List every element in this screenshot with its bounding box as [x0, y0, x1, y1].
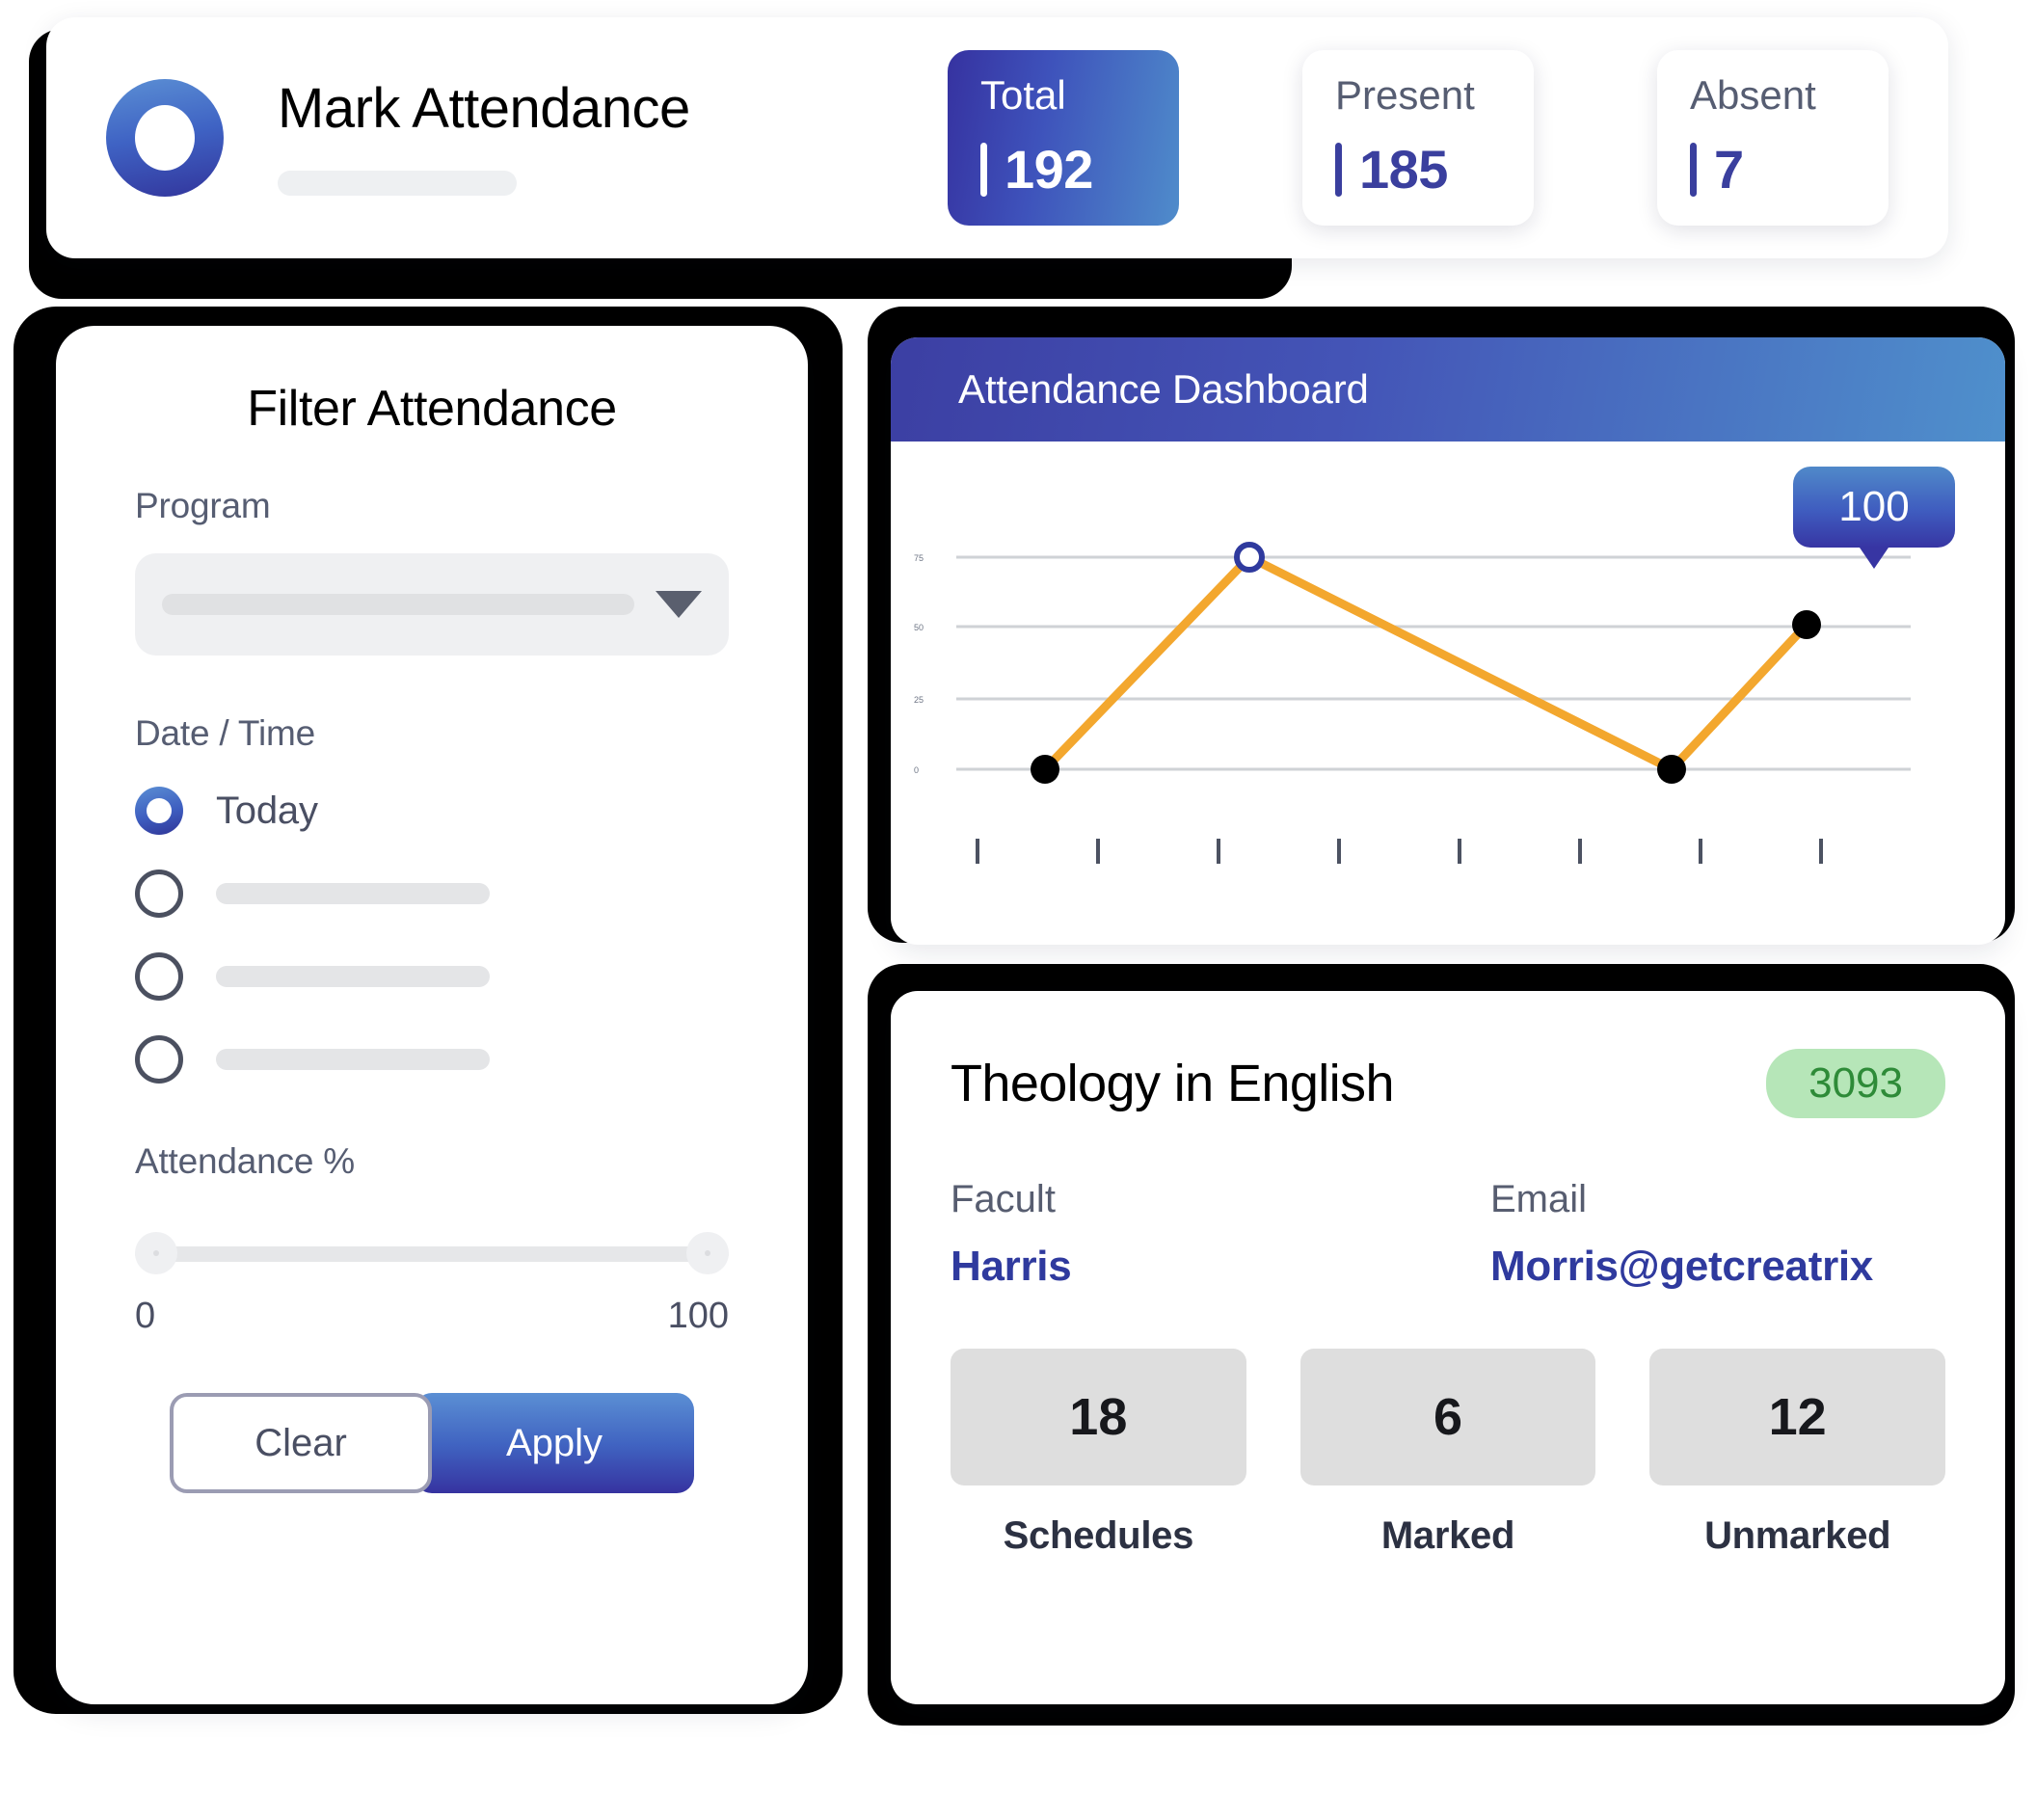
radio-option-today[interactable]: Today	[135, 787, 729, 835]
email-label: Email	[1490, 1178, 1588, 1220]
svg-text:0: 0	[914, 765, 919, 775]
email-value[interactable]: Morris@getcreatrix	[1490, 1243, 1873, 1291]
radio-option-2[interactable]	[135, 870, 729, 918]
unmarked-caption: Unmarked	[1704, 1514, 1891, 1557]
stat-card-absent[interactable]: Absent 7	[1657, 50, 1889, 226]
faculty-value: Harris	[951, 1243, 1072, 1290]
stat-card-total[interactable]: Total 192	[948, 50, 1179, 226]
program-value-skeleton	[162, 594, 634, 615]
chart-plot-area[interactable]: 75 50 25 0 100	[891, 442, 2005, 945]
filter-attendance-panel: Filter Attendance Program Date / Time To…	[56, 326, 808, 1704]
attendance-range-slider[interactable]	[135, 1232, 729, 1274]
radio-label-skeleton	[216, 1049, 490, 1070]
course-code-badge: 3093	[1766, 1049, 1945, 1118]
radio-option-3[interactable]	[135, 952, 729, 1001]
course-header: Theology in English 3093	[951, 1049, 1945, 1118]
program-field-label: Program	[135, 486, 271, 525]
svg-text:75: 75	[914, 553, 924, 563]
header-stats: Total 192 Present 185 Absent 7	[948, 50, 1889, 226]
slider-handle-min[interactable]	[135, 1232, 177, 1274]
course-meta: Facult Harris Email Morris@getcreatrix	[951, 1178, 1945, 1291]
faculty-column: Facult Harris	[951, 1178, 1490, 1291]
dashboard-title: Attendance Dashboard	[958, 366, 1369, 412]
tooltip-value: 100	[1793, 467, 1955, 548]
course-detail-card: Theology in English 3093 Facult Harris E…	[891, 991, 2005, 1704]
course-stat-schedules[interactable]: 18 Schedules	[951, 1349, 1246, 1558]
stat-value-present: 185	[1359, 139, 1448, 200]
stat-label-absent: Absent	[1690, 72, 1816, 118]
radio-icon-unselected[interactable]	[135, 952, 183, 1001]
slider-handle-max[interactable]	[686, 1232, 729, 1274]
filter-panel-title: Filter Attendance	[247, 381, 617, 437]
unmarked-value: 12	[1649, 1349, 1946, 1485]
svg-text:25: 25	[914, 695, 924, 705]
radio-label-today: Today	[216, 789, 318, 832]
attendance-dashboard-card: Attendance Dashboard 75 50 25 0 100	[891, 337, 2005, 945]
stat-value-absent: 7	[1714, 139, 1744, 200]
datetime-field-label: Date / Time	[135, 713, 315, 753]
radio-option-4[interactable]	[135, 1035, 729, 1084]
attendance-percent-label: Attendance %	[135, 1141, 355, 1181]
faculty-label: Facult	[951, 1178, 1056, 1220]
chart-value-tooltip: 100	[1793, 467, 1955, 569]
dashboard-header: Attendance Dashboard	[891, 337, 2005, 442]
subtitle-skeleton	[278, 171, 517, 197]
radio-label-skeleton	[216, 966, 490, 987]
course-title: Theology in English	[951, 1055, 1394, 1112]
course-stat-grid: 18 Schedules 6 Marked 12 Unmarked	[951, 1349, 1946, 1558]
chevron-down-icon[interactable]	[656, 591, 702, 618]
email-column: Email Morris@getcreatrix	[1490, 1178, 1873, 1291]
stat-value-total: 192	[1005, 139, 1093, 200]
stat-label-present: Present	[1335, 72, 1475, 118]
slider-track[interactable]	[135, 1246, 729, 1262]
stat-accent-bar	[1335, 143, 1342, 197]
marked-caption: Marked	[1380, 1514, 1515, 1557]
title-block: Mark Attendance	[278, 76, 690, 197]
slider-value-labels: 0 100	[135, 1296, 729, 1337]
radio-icon-unselected[interactable]	[135, 870, 183, 918]
page-title: Mark Attendance	[278, 76, 690, 140]
schedules-value: 18	[951, 1349, 1246, 1485]
filter-actions: Clear Apply	[135, 1393, 729, 1493]
stat-accent-bar	[1690, 143, 1697, 197]
header-bar: Mark Attendance Total 192 Present 185 Ab…	[46, 17, 1948, 258]
slider-max-value: 100	[667, 1296, 729, 1336]
marked-value: 6	[1299, 1349, 1596, 1485]
radio-icon-selected[interactable]	[135, 787, 183, 835]
apply-button[interactable]: Apply	[415, 1393, 694, 1493]
radio-label-skeleton	[216, 883, 490, 904]
schedules-caption: Schedules	[1003, 1514, 1194, 1557]
clear-button[interactable]: Clear	[170, 1393, 432, 1493]
stat-accent-bar	[980, 143, 987, 197]
stat-label-total: Total	[980, 72, 1066, 118]
slider-min-value: 0	[135, 1296, 156, 1336]
program-select[interactable]	[135, 553, 729, 656]
tooltip-pointer-icon	[1860, 548, 1889, 569]
stat-card-present[interactable]: Present 185	[1302, 50, 1534, 226]
radio-icon-unselected[interactable]	[135, 1035, 183, 1084]
course-stat-unmarked[interactable]: 12 Unmarked	[1649, 1349, 1946, 1558]
svg-text:50: 50	[914, 623, 924, 632]
course-stat-marked[interactable]: 6 Marked	[1299, 1349, 1596, 1558]
ring-logo-icon	[106, 79, 224, 197]
